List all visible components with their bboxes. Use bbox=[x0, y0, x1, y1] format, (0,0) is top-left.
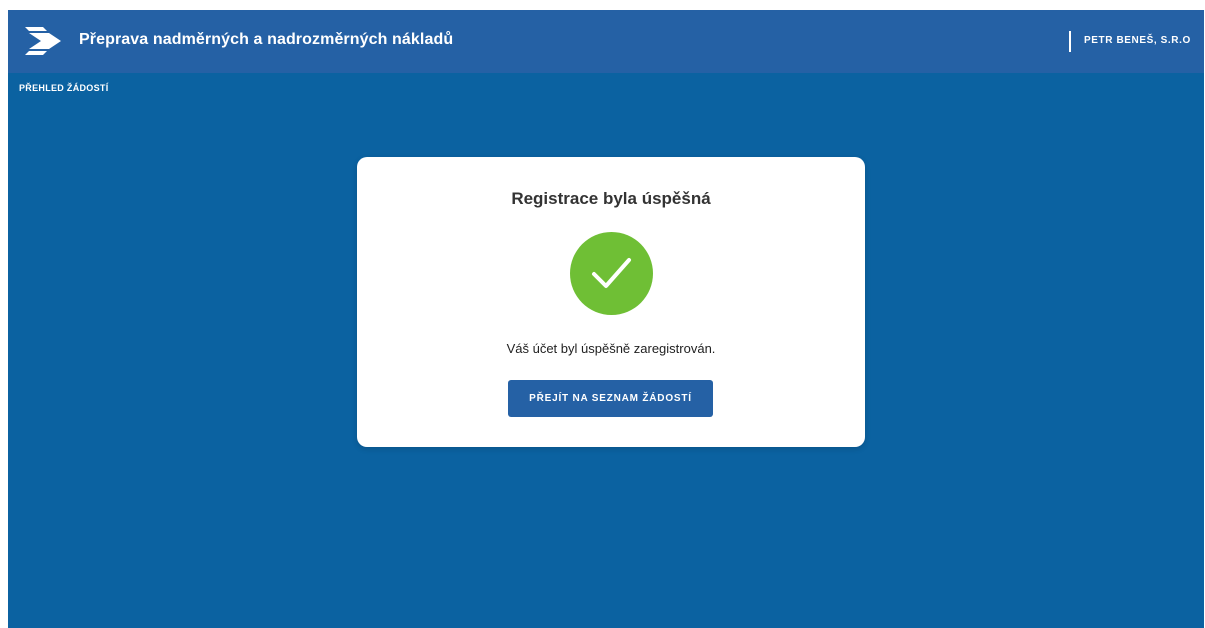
success-card: Registrace byla úspěšná Váš účet byl úsp… bbox=[357, 157, 865, 447]
header-divider bbox=[1069, 31, 1071, 52]
company-name[interactable]: PETR BENEŠ, S.R.O bbox=[1084, 35, 1191, 46]
top-bar: Přeprava nadměrných a nadrozměrných nákl… bbox=[8, 10, 1204, 73]
app-frame: Přeprava nadměrných a nadrozměrných nákl… bbox=[8, 10, 1204, 628]
app-title: Přeprava nadměrných a nadrozměrných nákl… bbox=[79, 31, 454, 48]
arrow-logo-icon[interactable] bbox=[25, 27, 63, 55]
nav-link-overview[interactable]: PŘEHLED ŽÁDOSTÍ bbox=[19, 83, 109, 93]
go-to-requests-button[interactable]: PŘEJÍT NA SEZNAM ŽÁDOSTÍ bbox=[508, 380, 713, 417]
success-message: Váš účet byl úspěšně zaregistrován. bbox=[506, 341, 716, 356]
card-title: Registrace byla úspěšná bbox=[511, 189, 711, 208]
check-circle-icon bbox=[570, 232, 653, 315]
